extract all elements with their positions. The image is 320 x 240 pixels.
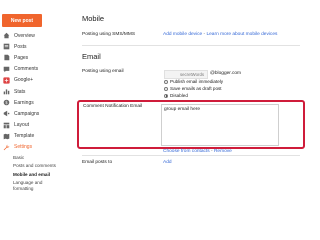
sidebar-item-googleplus[interactable]: Google+ <box>0 75 72 86</box>
sidebar-item-label: Earnings <box>14 99 34 106</box>
sidebar-item-stats[interactable]: Stats <box>0 86 72 97</box>
radio-label: Disabled <box>170 93 188 98</box>
sidebar-item-label: Overview <box>14 32 35 39</box>
save-as-draft-radio[interactable]: Save emails as draft post <box>164 86 222 91</box>
posts-icon <box>3 43 10 50</box>
sidebar-item-label: Stats <box>14 88 26 95</box>
contacts-links: Choose from contacts - Remove <box>163 149 232 154</box>
radio-label: Save emails as draft post <box>170 86 222 91</box>
sidebar-item-label: Campaigns <box>14 110 40 117</box>
sidebar-subitem-basic[interactable]: Basic <box>0 153 72 162</box>
remove-link[interactable]: Remove <box>214 149 232 154</box>
sidebar-item-label: Settings <box>14 144 33 151</box>
svg-text:$: $ <box>5 100 8 105</box>
section-divider <box>82 45 300 46</box>
main-content: Mobile Posting using SMS/MMS Add mobile … <box>72 0 305 200</box>
radio-dot <box>164 79 168 84</box>
sidebar-item-earnings[interactable]: $ Earnings <box>0 97 72 108</box>
sidebar-item-campaigns[interactable]: Campaigns <box>0 108 72 119</box>
radio-label: Publish email immediately <box>170 79 224 84</box>
layout-icon <box>3 122 10 129</box>
sidebar-item-template[interactable]: Template <box>0 131 72 142</box>
sidebar-item-settings[interactable]: Settings <box>0 142 72 153</box>
add-mobile-device-link[interactable]: Add mobile device <box>163 32 202 37</box>
home-icon <box>3 32 10 39</box>
radio-dot <box>164 86 168 91</box>
add-email-posts-link[interactable]: Add <box>163 160 172 165</box>
template-icon <box>3 133 10 140</box>
secret-words-input[interactable]: secretWords <box>164 70 208 79</box>
email-posting-label: Posting using email <box>82 69 124 74</box>
sidebar-nav: Overview Posts Pages Comments Google+ St… <box>0 30 72 193</box>
earnings-icon: $ <box>3 99 10 106</box>
comments-icon <box>3 66 10 73</box>
sms-posting-label: Posting using SMS/MMS <box>82 32 136 37</box>
sidebar-item-label: Posts <box>14 43 27 50</box>
mobile-section-title: Mobile <box>82 14 105 23</box>
comment-notification-label: Comment Notification Email <box>83 104 143 109</box>
email-section-title: Email <box>82 52 101 61</box>
sidebar-item-overview[interactable]: Overview <box>0 30 72 41</box>
learn-more-link[interactable]: Learn more about mobile devices <box>206 32 277 37</box>
sidebar-item-label: Layout <box>14 122 30 129</box>
email-domain-suffix: @blogger.com <box>210 71 242 76</box>
campaigns-icon <box>3 110 10 117</box>
wrench-icon <box>3 144 10 151</box>
pages-icon <box>3 54 10 61</box>
choose-from-contacts-link[interactable]: Choose from contacts <box>163 149 210 154</box>
sidebar-subitem-mobile-email[interactable]: Mobile and email <box>0 170 72 179</box>
sidebar-item-layout[interactable]: Layout <box>0 120 72 131</box>
googleplus-icon <box>3 77 10 84</box>
sidebar-item-posts[interactable]: Posts <box>0 41 72 52</box>
new-post-button[interactable]: New post <box>2 14 42 27</box>
stats-icon <box>3 88 10 95</box>
sidebar-item-label: Comments <box>14 66 39 73</box>
radio-dot-selected <box>164 93 168 98</box>
email-posts-to-label: Email posts to <box>82 160 113 165</box>
sidebar-subitem-language[interactable]: Language and formatting <box>0 179 53 193</box>
disabled-radio[interactable]: Disabled <box>164 93 188 98</box>
sidebar-item-pages[interactable]: Pages <box>0 52 72 63</box>
mobile-links: Add mobile device - Learn more about mob… <box>163 32 303 37</box>
sidebar: New post Overview Posts Pages Comments G… <box>0 0 72 200</box>
section-divider <box>82 155 300 156</box>
comment-notification-textarea[interactable]: group email here <box>161 104 279 146</box>
sidebar-subitem-posts-comments[interactable]: Posts and comments <box>0 162 72 171</box>
sidebar-item-comments[interactable]: Comments <box>0 64 72 75</box>
sidebar-item-label: Template <box>14 133 35 140</box>
sidebar-item-label: Google+ <box>14 77 34 84</box>
sidebar-item-label: Pages <box>14 54 29 61</box>
publish-immediately-radio[interactable]: Publish email immediately <box>164 79 223 84</box>
